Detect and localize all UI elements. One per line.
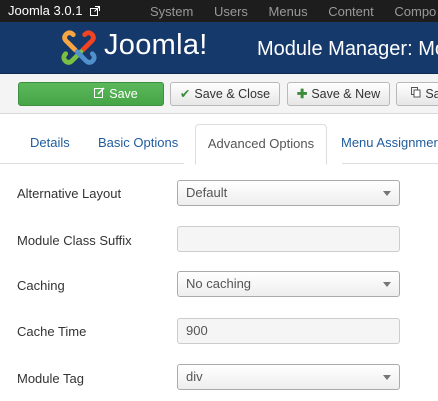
admin-menu: System Users Menus Content Compo (150, 4, 438, 19)
tab-details[interactable]: Details (30, 135, 70, 150)
alt-layout-value: Default (186, 185, 228, 200)
class-suffix-input[interactable] (177, 226, 400, 252)
tab-menu-assignment[interactable]: Menu Assignmer (341, 135, 438, 150)
dropdown-arrow-icon (383, 375, 391, 380)
checkmark-icon: ✔ (179, 87, 191, 101)
plus-icon: ✚ (296, 87, 308, 101)
menu-item-system[interactable]: System (150, 4, 193, 19)
module-tag-value: div (186, 369, 203, 384)
page-header: Joomla! Module Manager: Mo (0, 22, 438, 74)
cache-time-value: 900 (186, 323, 208, 338)
cache-time-label: Cache Time (17, 324, 87, 339)
menu-item-content[interactable]: Content (328, 4, 374, 19)
alt-layout-label: Alternative Layout (17, 186, 122, 201)
save-as-copy-button[interactable]: Sa (396, 82, 438, 106)
save-close-label: Save & Close (194, 87, 271, 101)
joomla-logo-icon (61, 30, 97, 65)
save-button[interactable]: Save (18, 82, 164, 106)
caching-value: No caching (186, 276, 252, 291)
external-link-icon (90, 3, 101, 18)
save-new-button[interactable]: ✚ Save & New (287, 82, 390, 106)
cache-time-input[interactable]: 900 (177, 318, 400, 344)
alt-layout-select[interactable]: Default (177, 180, 400, 206)
copy-icon (411, 83, 421, 105)
save-button-label: Save (109, 87, 138, 101)
menu-item-users[interactable]: Users (214, 4, 248, 19)
dropdown-arrow-icon (383, 191, 391, 196)
save-close-button[interactable]: ✔ Save & Close (170, 82, 280, 106)
save-as-copy-label: Sa (425, 87, 438, 101)
tab-basic-options[interactable]: Basic Options (98, 135, 178, 150)
logo-wordmark: Joomla! (104, 29, 208, 61)
toolbar: Save ✔Save & Close ✚Save & New Sa (0, 74, 438, 114)
caching-label: Caching (17, 278, 65, 293)
page-title: Module Manager: Mo (257, 38, 438, 60)
class-suffix-label: Module Class Suffix (17, 233, 132, 248)
dropdown-arrow-icon (383, 282, 391, 287)
menu-item-components[interactable]: Compo (394, 4, 436, 19)
module-tag-label: Module Tag (17, 371, 84, 386)
edit-icon (94, 83, 105, 105)
menu-item-menus[interactable]: Menus (269, 4, 308, 19)
site-brand-label: Joomla 3.0.1 (8, 3, 83, 18)
save-new-label: Save & New (311, 87, 381, 101)
admin-topbar: Joomla 3.0.1 System Users Menus Content … (0, 0, 438, 22)
caching-select[interactable]: No caching (177, 271, 400, 297)
module-tag-select[interactable]: div (177, 364, 400, 390)
site-brand-link[interactable]: Joomla 3.0.1 (8, 3, 101, 18)
tab-advanced-options[interactable]: Advanced Options (195, 124, 327, 165)
